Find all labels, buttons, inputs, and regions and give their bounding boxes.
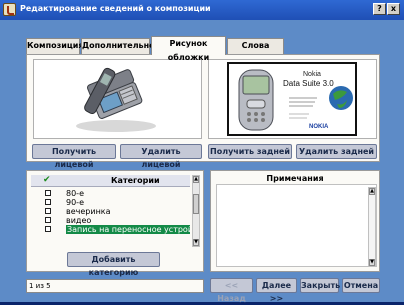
notes-scrollbar[interactable]: ▲ ▼	[368, 187, 376, 267]
category-checkbox[interactable]	[45, 199, 51, 205]
delete-back-cover-button[interactable]: Удалить задней	[296, 144, 377, 159]
front-cover-phones-image	[76, 67, 156, 132]
scroll-down-arrow-icon[interactable]: ▼	[369, 259, 375, 266]
close-button[interactable]: x	[387, 3, 400, 15]
category-label: вечеринка	[66, 207, 111, 216]
checkmark-icon: ✔	[43, 175, 51, 185]
back-cover-brand: Nokia	[303, 71, 321, 78]
categories-panel: ✔ Категории 80-е 90-е вечеринка видео За…	[26, 170, 204, 277]
cancel-button[interactable]: Отмена	[342, 278, 380, 293]
title-bar[interactable]: Редактирование сведений о композиции ? x	[0, 0, 404, 20]
delete-front-cover-button[interactable]: Удалить лицевой	[120, 144, 202, 169]
dialog-window: Редактирование сведений о композиции ? x…	[0, 0, 404, 303]
next-button[interactable]: Далее >>	[256, 278, 297, 303]
close-dialog-button[interactable]: Закрыть	[300, 278, 340, 293]
category-checkbox[interactable]	[45, 208, 51, 214]
scroll-thumb[interactable]	[193, 194, 199, 214]
back-cover-logo: NOKIA	[309, 124, 329, 130]
categories-scrollbar[interactable]: ▲ ▼	[192, 175, 200, 247]
back-cover-product: Data Suite 3.0	[283, 79, 334, 88]
category-checkbox[interactable]	[45, 217, 51, 223]
category-label: 90-е	[66, 198, 84, 207]
scroll-up-arrow-icon[interactable]: ▲	[193, 176, 199, 183]
back-cover-art: Nokia Data Suite 3.0 NOKIA	[227, 62, 357, 136]
category-item[interactable]: вечеринка	[31, 207, 191, 216]
tab-cover-art[interactable]: Рисунок обложки	[151, 36, 226, 62]
app-icon	[3, 3, 16, 16]
category-item[interactable]: видео	[31, 216, 191, 225]
notes-panel: Примечания ▲ ▼	[210, 170, 380, 272]
category-item[interactable]: 80-е	[31, 189, 191, 198]
categories-header: ✔ Категории	[31, 175, 190, 187]
get-back-cover-button[interactable]: Получить задней	[208, 144, 292, 159]
front-cover-image	[33, 59, 202, 139]
scroll-up-arrow-icon[interactable]: ▲	[369, 188, 375, 195]
notes-textarea[interactable]	[216, 184, 377, 267]
notes-header: Примечания	[266, 174, 324, 183]
category-checkbox[interactable]	[45, 226, 51, 232]
help-button[interactable]: ?	[373, 3, 386, 15]
cover-art-panel: Nokia Data Suite 3.0 NOKIA Получить лице…	[26, 54, 380, 169]
back-cover-image: Nokia Data Suite 3.0 NOKIA	[208, 59, 377, 139]
tab-composition[interactable]: Композиция	[26, 38, 84, 54]
category-label: 80-е	[66, 189, 84, 198]
scroll-down-arrow-icon[interactable]: ▼	[193, 239, 199, 246]
record-counter: 1 из 5	[26, 279, 204, 293]
tab-lyrics[interactable]: Слова песни	[227, 38, 284, 64]
window-title: Редактирование сведений о композиции	[20, 4, 211, 13]
tab-additional[interactable]: Дополнительно	[81, 38, 155, 54]
categories-header-label: Категории	[111, 176, 160, 185]
category-label: видео	[66, 216, 92, 225]
back-button[interactable]: << Назад	[210, 278, 253, 303]
get-front-cover-button[interactable]: Получить лицевой	[32, 144, 116, 169]
category-item-selected[interactable]: Запись на переносное устройство	[31, 225, 191, 234]
category-item[interactable]: 90-е	[31, 198, 191, 207]
category-label: Запись на переносное устройство	[66, 225, 190, 234]
category-checkbox[interactable]	[45, 190, 51, 196]
add-category-button[interactable]: Добавить категорию	[67, 252, 160, 277]
